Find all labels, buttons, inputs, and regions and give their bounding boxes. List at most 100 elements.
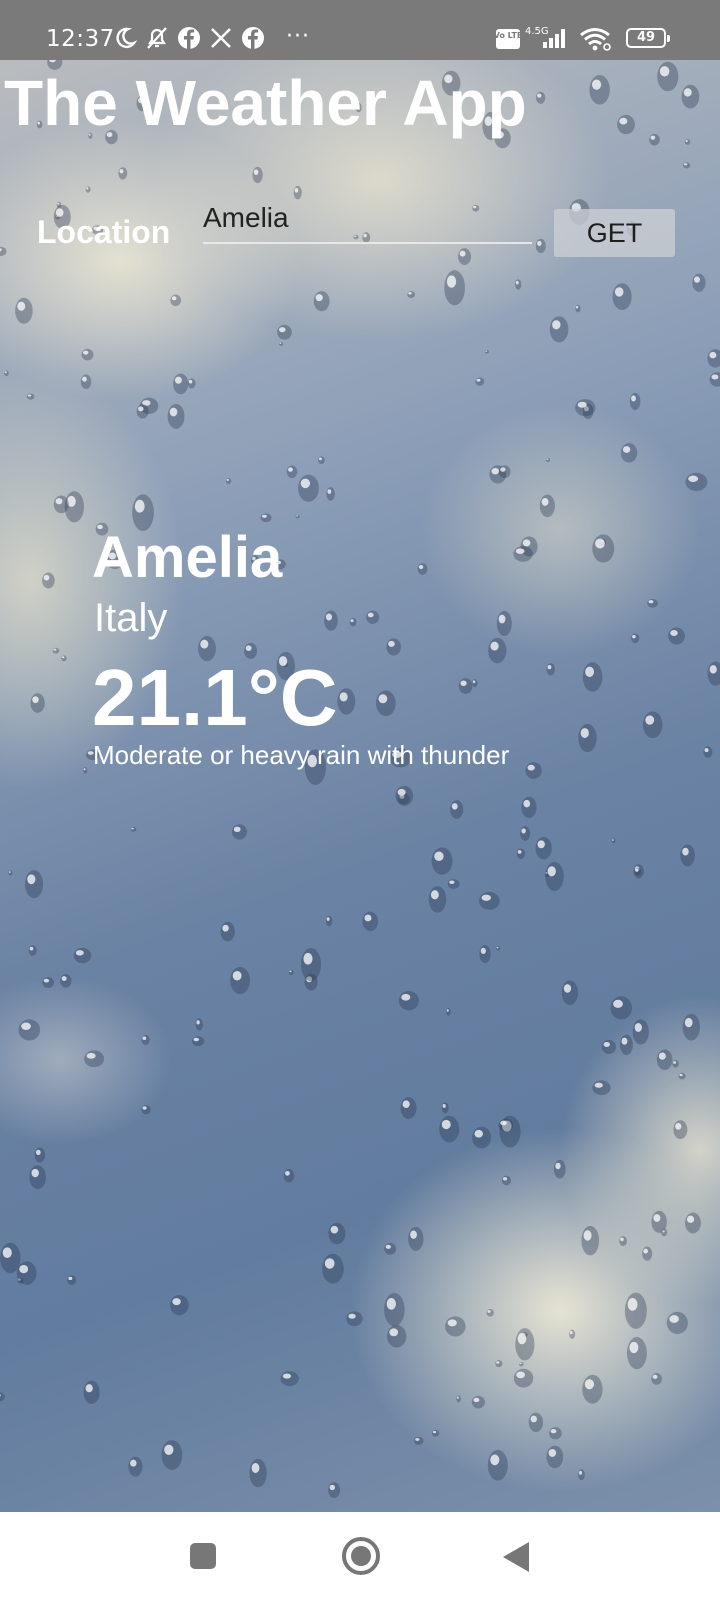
raindrop xyxy=(346,1311,363,1327)
raindrop xyxy=(472,1126,492,1149)
city-name: Amelia xyxy=(92,525,283,590)
recents-square-icon[interactable] xyxy=(190,1543,216,1569)
raindrop xyxy=(413,1436,424,1445)
raindrop xyxy=(298,474,319,502)
raindrop xyxy=(626,1336,647,1370)
raindrop xyxy=(620,443,638,463)
raindrop xyxy=(578,723,597,753)
raindrop xyxy=(26,393,35,400)
raindrop xyxy=(288,969,294,975)
raindrop xyxy=(624,1292,647,1329)
raindrop xyxy=(634,867,642,876)
raindrop xyxy=(707,661,720,686)
raindrop xyxy=(431,847,453,875)
raindrop xyxy=(318,456,325,465)
raindrop xyxy=(80,374,92,390)
raindrop xyxy=(286,465,298,479)
raindrop xyxy=(516,848,526,860)
raindrop xyxy=(513,546,533,562)
raindrop xyxy=(651,1210,667,1233)
raindrop xyxy=(575,304,581,313)
raindrop xyxy=(546,663,555,676)
raindrop xyxy=(589,75,610,105)
raindrop xyxy=(651,1373,662,1385)
raindrop xyxy=(685,472,708,492)
raindrop xyxy=(458,678,473,694)
raindrop xyxy=(278,341,284,347)
raindrop xyxy=(60,974,72,988)
back-triangle-icon[interactable] xyxy=(503,1542,529,1572)
raindrop xyxy=(170,1295,189,1316)
raindrop xyxy=(283,1168,295,1183)
raindrop xyxy=(61,655,67,662)
signal-icon: 4.5G xyxy=(525,26,565,48)
home-circle-icon[interactable] xyxy=(342,1537,380,1575)
raindrop xyxy=(515,279,522,290)
raindrop xyxy=(520,826,531,841)
raindrop xyxy=(582,662,603,692)
raindrop xyxy=(521,796,537,819)
raindrop xyxy=(546,1445,564,1469)
raindrop xyxy=(535,837,552,860)
raindrop xyxy=(408,1226,424,1251)
country-name: Italy xyxy=(94,596,168,640)
raindrop xyxy=(501,1175,512,1186)
raindrop xyxy=(167,403,185,429)
raindrop xyxy=(539,494,555,518)
raindrop xyxy=(629,392,641,411)
raindrop xyxy=(136,404,149,419)
navigation-bar xyxy=(0,1512,720,1600)
raindrop xyxy=(631,633,640,644)
raindrop xyxy=(703,746,713,758)
raindrop xyxy=(322,1253,344,1284)
raindrop xyxy=(18,1019,41,1041)
raindrop xyxy=(657,61,679,92)
raindrop xyxy=(683,162,691,169)
raindrop xyxy=(220,921,235,942)
temperature-value: 21.1°C xyxy=(92,653,338,742)
raindrop xyxy=(672,1059,679,1068)
raindrop xyxy=(581,1225,600,1256)
raindrop xyxy=(252,166,263,184)
raindrop xyxy=(386,638,401,656)
raindrop xyxy=(384,1293,405,1327)
raindrop xyxy=(487,1449,508,1481)
raindrop xyxy=(28,945,37,956)
raindrop xyxy=(81,348,94,361)
raindrop xyxy=(384,1243,396,1255)
volte-icon: Vo LTE xyxy=(495,29,522,49)
raindrop xyxy=(30,693,45,713)
facebook-icon xyxy=(178,27,200,49)
raindrop xyxy=(513,1368,534,1388)
rain-background-image xyxy=(0,60,720,1512)
weather-app-screen: 12:37 ··· Vo LTE 4.5G 49 The Weather App… xyxy=(0,0,720,1600)
raindrop xyxy=(161,1440,183,1470)
raindrop xyxy=(337,688,356,715)
raindrop xyxy=(130,827,137,832)
raindrop xyxy=(231,824,247,840)
raindrop xyxy=(0,246,7,256)
raindrop xyxy=(684,139,691,145)
raindrop xyxy=(439,1115,460,1143)
raindrop xyxy=(29,1165,46,1190)
raindrop xyxy=(592,534,615,563)
raindrop xyxy=(325,915,333,927)
raindrop xyxy=(569,1329,576,1339)
raindrop xyxy=(612,283,632,310)
x-icon xyxy=(211,28,231,48)
raindrop xyxy=(709,372,720,387)
location-input[interactable] xyxy=(203,194,532,244)
raindrop xyxy=(173,373,189,395)
raindrop xyxy=(0,1392,5,1402)
raindrop xyxy=(398,990,419,1011)
raindrop xyxy=(619,1034,633,1055)
raindrop xyxy=(187,378,196,389)
raindrop xyxy=(642,711,663,739)
raindrop xyxy=(444,270,465,306)
raindrop xyxy=(642,1246,653,1261)
raindrop xyxy=(431,1429,440,1437)
raindrop xyxy=(484,350,489,354)
get-button[interactable]: GET xyxy=(554,209,675,257)
raindrop xyxy=(395,785,414,806)
raindrop xyxy=(170,294,181,307)
